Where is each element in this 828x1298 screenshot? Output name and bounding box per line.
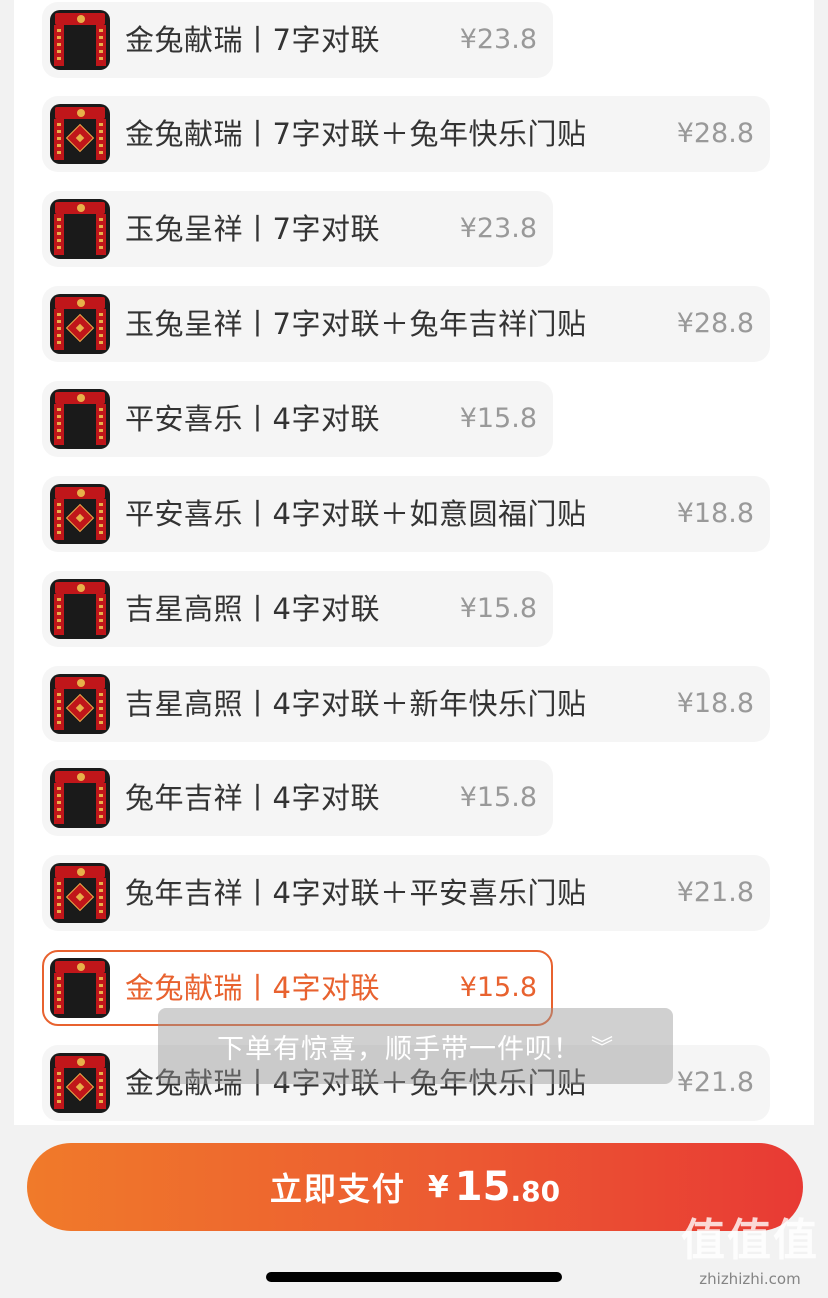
product-thumbnail: [50, 674, 110, 734]
product-thumbnail: [50, 863, 110, 923]
sku-option[interactable]: 金兔献瑞丨7字对联＋兔年快乐门贴 ¥28.8: [42, 96, 770, 172]
sku-option-price: ¥15.8: [459, 403, 537, 434]
product-thumbnail: [50, 1053, 110, 1113]
sku-option[interactable]: 金兔献瑞丨7字对联 ¥23.8: [42, 2, 553, 78]
product-thumbnail: [50, 199, 110, 259]
product-thumbnail: [50, 389, 110, 449]
promo-toast[interactable]: 下单有惊喜，顺手带一件呗！ ︾: [158, 1008, 673, 1084]
sku-option-name: 兔年吉祥丨4字对联＋平安喜乐门贴: [125, 876, 587, 910]
sku-option-name: 吉星高照丨4字对联: [125, 592, 380, 626]
sku-option-price: ¥28.8: [676, 118, 754, 149]
product-thumbnail: [50, 104, 110, 164]
pay-amount-integer: 15: [454, 1164, 511, 1210]
sku-option-name: 兔年吉祥丨4字对联: [125, 781, 380, 815]
product-thumbnail: [50, 768, 110, 828]
watermark-url: zhizhizhi.com: [699, 1270, 801, 1288]
product-thumbnail: [50, 10, 110, 70]
sku-option-name: 玉兔呈祥丨7字对联＋兔年吉祥门贴: [125, 307, 587, 341]
promo-toast-text: 下单有惊喜，顺手带一件呗！: [216, 1033, 581, 1065]
product-thumbnail: [50, 294, 110, 354]
sku-option-price: ¥23.8: [459, 24, 537, 55]
sku-option-name: 金兔献瑞丨7字对联＋兔年快乐门贴: [125, 117, 587, 151]
sku-option-price: ¥28.8: [676, 308, 754, 339]
sku-option[interactable]: 平安喜乐丨4字对联＋如意圆福门贴 ¥18.8: [42, 476, 770, 552]
sku-option[interactable]: 平安喜乐丨4字对联 ¥15.8: [42, 381, 553, 457]
product-thumbnail: [50, 484, 110, 544]
sku-option[interactable]: 兔年吉祥丨4字对联 ¥15.8: [42, 760, 553, 836]
sku-option-price: ¥18.8: [676, 688, 754, 719]
watermark-logo: 值值值: [681, 1215, 819, 1266]
sku-option-name: 吉星高照丨4字对联＋新年快乐门贴: [125, 687, 587, 721]
sku-option-name: 平安喜乐丨4字对联＋如意圆福门贴: [125, 497, 587, 531]
sku-option-price: ¥15.8: [459, 593, 537, 624]
sku-option-name: 金兔献瑞丨7字对联: [125, 23, 380, 57]
sku-option-price: ¥15.8: [459, 782, 537, 813]
sku-option-price: ¥23.8: [459, 213, 537, 244]
product-thumbnail: [50, 579, 110, 639]
sku-option[interactable]: 玉兔呈祥丨7字对联 ¥23.8: [42, 191, 553, 267]
product-thumbnail: [50, 958, 110, 1018]
sku-option[interactable]: 吉星高照丨4字对联 ¥15.8: [42, 571, 553, 647]
sku-option-price: ¥18.8: [676, 498, 754, 529]
sku-option-price: ¥21.8: [676, 877, 754, 908]
sku-option-name: 平安喜乐丨4字对联: [125, 402, 380, 436]
sku-option[interactable]: 兔年吉祥丨4字对联＋平安喜乐门贴 ¥21.8: [42, 855, 770, 931]
home-indicator[interactable]: [266, 1272, 562, 1282]
site-watermark: 值值值 zhizhizhi.com: [676, 1214, 824, 1294]
sku-option-price: ¥21.8: [676, 1067, 754, 1098]
sku-option[interactable]: 玉兔呈祥丨7字对联＋兔年吉祥门贴 ¥28.8: [42, 286, 770, 362]
sku-option-name: 玉兔呈祥丨7字对联: [125, 212, 380, 246]
sku-option[interactable]: 吉星高照丨4字对联＋新年快乐门贴 ¥18.8: [42, 666, 770, 742]
pay-amount-decimal: .80: [510, 1174, 561, 1208]
pay-currency-symbol: ¥: [427, 1169, 449, 1205]
double-chevron-down-icon: ︾: [590, 1036, 614, 1061]
pay-button-label: 立即支付: [269, 1170, 406, 1208]
